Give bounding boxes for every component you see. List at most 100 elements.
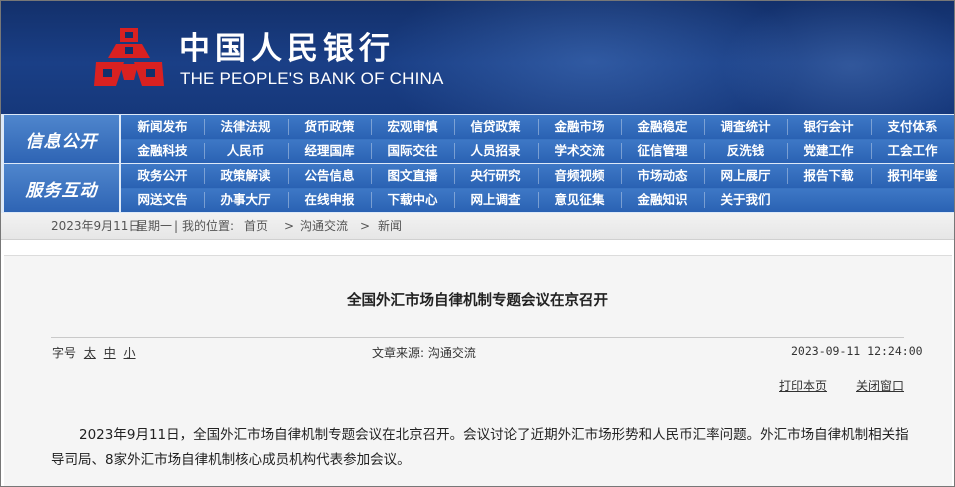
nav-separator bbox=[621, 192, 622, 208]
nav-separator bbox=[454, 143, 455, 159]
current-date: 2023年9月11日 bbox=[51, 219, 141, 233]
nav-separator bbox=[371, 143, 372, 159]
nav-separator bbox=[621, 143, 622, 159]
nav-item[interactable]: 信贷政策 bbox=[454, 115, 537, 139]
nav-info-grid: 新闻发布 法律法规 货币政策 宏观审慎 信贷政策 金融市场 金融稳定 调查统计 银行会计 支付体系… bbox=[121, 115, 954, 163]
nav-info-label: 信息公开 bbox=[4, 115, 119, 163]
article-datetime: 2023-09-11 12:24:00 bbox=[791, 344, 923, 358]
nav-separator bbox=[288, 192, 289, 208]
nav-item[interactable]: 意见征集 bbox=[538, 188, 621, 212]
nav-separator bbox=[204, 119, 205, 135]
nav-item[interactable]: 人民币 bbox=[204, 139, 287, 163]
nav-item[interactable]: 政策解读 bbox=[204, 164, 287, 188]
nav-item[interactable]: 金融稳定 bbox=[621, 115, 704, 139]
breadcrumb-communication-link[interactable]: 沟通交流 bbox=[300, 213, 348, 240]
nav-item[interactable]: 公告信息 bbox=[288, 164, 371, 188]
nav-item[interactable]: 办事大厅 bbox=[204, 188, 287, 212]
nav-separator bbox=[288, 168, 289, 184]
breadcrumb-bar: 2023年9月11日 星期一 | 我的位置: 首页 > 沟通交流 > 新闻 bbox=[1, 213, 954, 240]
nav-separator bbox=[704, 119, 705, 135]
nav-item[interactable]: 国际交往 bbox=[371, 139, 454, 163]
nav-service-section: 服务互动 政务公开 政策解读 公告信息 图文直播 央行研究 音频视频 市场动态 网上展厅 报告下… bbox=[1, 164, 954, 212]
nav-item[interactable]: 报告下载 bbox=[787, 164, 870, 188]
nav-item[interactable]: 关于我们 bbox=[704, 188, 787, 212]
article-source: 文章来源: 沟通交流 bbox=[372, 346, 476, 360]
nav-item[interactable]: 工会工作 bbox=[871, 139, 954, 163]
nav-separator bbox=[371, 192, 372, 208]
nav-item[interactable]: 宏观审慎 bbox=[371, 115, 454, 139]
nav-service-row: 政务公开 政策解读 公告信息 图文直播 央行研究 音频视频 市场动态 网上展厅 报告下载 报刊年鉴 bbox=[121, 164, 954, 188]
nav-item[interactable]: 反洗钱 bbox=[704, 139, 787, 163]
nav-item[interactable]: 货币政策 bbox=[288, 115, 371, 139]
nav-item[interactable]: 下载中心 bbox=[371, 188, 454, 212]
close-window-link[interactable]: 关闭窗口 bbox=[856, 377, 904, 394]
nav-item[interactable]: 政务公开 bbox=[121, 164, 204, 188]
nav-item[interactable]: 金融市场 bbox=[538, 115, 621, 139]
nav-separator bbox=[204, 168, 205, 184]
nav-item[interactable]: 金融科技 bbox=[121, 139, 204, 163]
nav-item[interactable]: 图文直播 bbox=[371, 164, 454, 188]
nav-item[interactable]: 音频视频 bbox=[538, 164, 621, 188]
nav-item[interactable]: 网送文告 bbox=[121, 188, 204, 212]
nav-separator bbox=[288, 143, 289, 159]
pboc-emblem-icon[interactable] bbox=[94, 28, 164, 90]
breadcrumb-divider: | bbox=[174, 219, 179, 233]
nav-separator bbox=[871, 168, 872, 184]
nav-item[interactable]: 银行会计 bbox=[787, 115, 870, 139]
nav-separator bbox=[454, 119, 455, 135]
nav-item[interactable]: 学术交流 bbox=[538, 139, 621, 163]
nav-separator bbox=[787, 119, 788, 135]
main-navigation: 信息公开 新闻发布 法律法规 货币政策 宏观审慎 信贷政策 金融市场 金融稳定 调查统计 银行会… bbox=[1, 114, 954, 213]
nav-separator bbox=[204, 192, 205, 208]
logo-chinese-text: 中国人民银行 bbox=[179, 31, 395, 67]
nav-separator bbox=[454, 168, 455, 184]
nav-separator bbox=[371, 168, 372, 184]
nav-separator bbox=[787, 168, 788, 184]
nav-separator bbox=[538, 119, 539, 135]
nav-separator bbox=[704, 168, 705, 184]
nav-item[interactable]: 征信管理 bbox=[621, 139, 704, 163]
nav-separator bbox=[871, 119, 872, 135]
nav-separator bbox=[787, 143, 788, 159]
current-weekday: 星期一 bbox=[136, 219, 173, 233]
nav-service-grid: 政务公开 政策解读 公告信息 图文直播 央行研究 音频视频 市场动态 网上展厅 报告下载 报刊年鉴… bbox=[121, 164, 954, 212]
nav-item[interactable]: 法律法规 bbox=[204, 115, 287, 139]
nav-separator bbox=[204, 143, 205, 159]
nav-item[interactable]: 人员招录 bbox=[454, 139, 537, 163]
nav-item[interactable]: 网上展厅 bbox=[704, 164, 787, 188]
nav-item[interactable]: 市场动态 bbox=[621, 164, 704, 188]
article-body: 2023年9月11日，全国外汇市场自律机制专题会议在北京召开。会议讨论了近期外汇… bbox=[51, 427, 909, 468]
site-header: 中国人民银行 THE PEOPLE'S BANK OF CHINA bbox=[1, 1, 954, 114]
nav-item[interactable]: 经理国库 bbox=[288, 139, 371, 163]
nav-separator bbox=[621, 168, 622, 184]
page-frame: 中国人民银行 THE PEOPLE'S BANK OF CHINA 信息公开 新… bbox=[0, 0, 955, 487]
print-page-link[interactable]: 打印本页 bbox=[779, 377, 827, 394]
nav-item[interactable]: 支付体系 bbox=[871, 115, 954, 139]
breadcrumb-news-link[interactable]: 新闻 bbox=[378, 213, 402, 240]
nav-separator bbox=[704, 143, 705, 159]
nav-item[interactable]: 党建工作 bbox=[787, 139, 870, 163]
nav-item[interactable]: 在线申报 bbox=[288, 188, 371, 212]
nav-separator bbox=[454, 192, 455, 208]
breadcrumb-separator: > bbox=[360, 219, 371, 233]
article-title: 全国外汇市场自律机制专题会议在京召开 bbox=[347, 293, 608, 309]
font-size-medium-link[interactable]: 中 bbox=[104, 346, 116, 360]
meta-divider bbox=[51, 337, 904, 338]
nav-item[interactable]: 报刊年鉴 bbox=[871, 164, 954, 188]
nav-info-row: 金融科技 人民币 经理国库 国际交往 人员招录 学术交流 征信管理 反洗钱 党建工作 工会工作 bbox=[121, 139, 954, 163]
nav-separator bbox=[871, 143, 872, 159]
nav-item[interactable]: 金融知识 bbox=[621, 188, 704, 212]
breadcrumb-location-label: 我的位置: bbox=[182, 219, 235, 233]
breadcrumb-home-link[interactable]: 首页 bbox=[244, 213, 268, 240]
nav-item[interactable]: 新闻发布 bbox=[121, 115, 204, 139]
nav-item[interactable]: 网上调查 bbox=[454, 188, 537, 212]
font-size-large-link[interactable]: 太 bbox=[84, 346, 96, 360]
nav-item[interactable]: 调查统计 bbox=[704, 115, 787, 139]
nav-separator bbox=[288, 119, 289, 135]
nav-separator bbox=[704, 192, 705, 208]
nav-service-row: 网送文告 办事大厅 在线申报 下载中心 网上调查 意见征集 金融知识 关于我们 bbox=[121, 188, 954, 212]
nav-item[interactable]: 央行研究 bbox=[454, 164, 537, 188]
nav-separator bbox=[371, 119, 372, 135]
nav-separator bbox=[538, 192, 539, 208]
font-size-small-link[interactable]: 小 bbox=[124, 346, 136, 360]
